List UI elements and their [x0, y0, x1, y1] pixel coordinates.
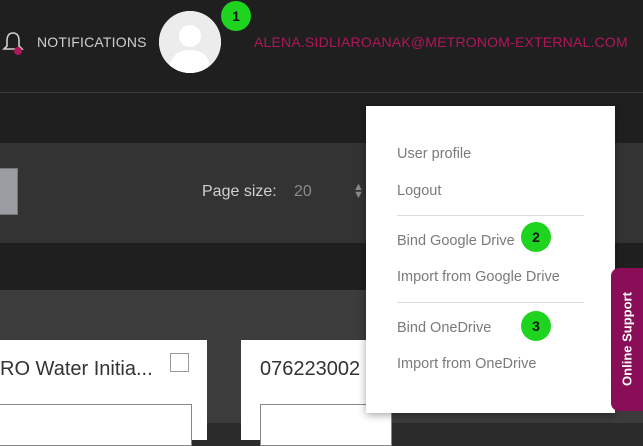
menu-item-logout[interactable]: Logout [397, 183, 441, 199]
menu-divider [397, 215, 584, 216]
menu-item-bind-onedrive[interactable]: Bind OneDrive [397, 320, 491, 336]
toolbar-button[interactable] [0, 168, 18, 215]
user-avatar[interactable] [159, 11, 221, 73]
select-arrows-icon[interactable]: ▲ ▼ [353, 182, 364, 201]
document-card[interactable]: RO Water Initia... [0, 340, 207, 446]
notifications-link[interactable]: NOTIFICATIONS [37, 34, 147, 50]
bell-icon[interactable] [2, 30, 24, 56]
annotation-marker-2: 2 [521, 222, 551, 252]
annotation-marker-3: 3 [521, 311, 551, 341]
card-thumbnail[interactable] [0, 404, 192, 446]
online-support-tab[interactable]: Online Support [611, 268, 643, 411]
menu-item-import-google-drive[interactable]: Import from Google Drive [397, 269, 560, 285]
menu-item-import-onedrive[interactable]: Import from OneDrive [397, 356, 536, 372]
online-support-label: Online Support [619, 292, 635, 386]
annotation-marker-1: 1 [221, 1, 251, 31]
card-title: RO Water Initia... [0, 358, 153, 380]
user-email-link[interactable]: ALENA.SIDLIAROANAK@METRONOM-EXTERNAL.COM [254, 34, 628, 50]
menu-item-user-profile[interactable]: User profile [397, 146, 471, 162]
page-size-label: Page size: [202, 183, 277, 200]
top-bar: NOTIFICATIONS ALENA.SIDLIAROANAK@METRONO… [0, 0, 643, 93]
document-card[interactable]: 076223002 [241, 340, 392, 446]
user-avatar-icon [159, 11, 221, 73]
menu-divider [397, 302, 584, 303]
menu-item-bind-google-drive[interactable]: Bind Google Drive [397, 233, 515, 249]
user-menu-dropdown: User profile Logout Bind Google Drive Im… [366, 106, 615, 413]
card-title: 076223002 [260, 358, 361, 380]
card-checkbox[interactable] [170, 353, 189, 372]
page-size-select[interactable]: 20 [294, 183, 312, 201]
